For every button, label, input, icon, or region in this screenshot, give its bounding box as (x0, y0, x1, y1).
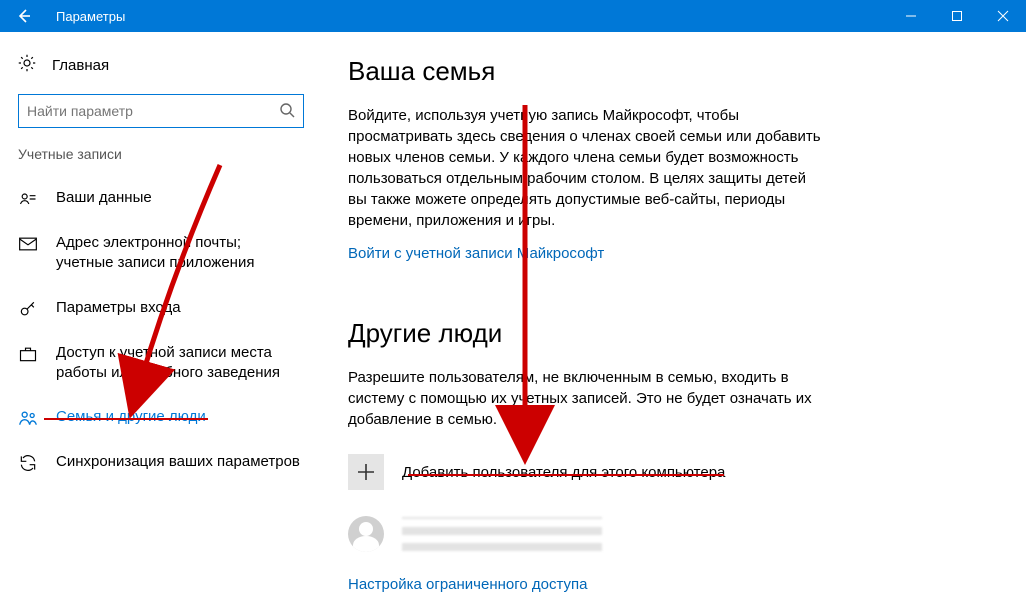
other-heading: Другие люди (348, 318, 996, 349)
sidebar: Главная Учетные записи Ваши данные Адрес… (0, 32, 318, 606)
id-card-icon (18, 189, 38, 209)
sidebar-item-sync[interactable]: Синхронизация ваших параметров (8, 440, 310, 485)
search-box[interactable] (18, 94, 304, 128)
window-buttons (888, 0, 1026, 32)
close-button[interactable] (980, 0, 1026, 32)
titlebar: Параметры (0, 0, 1026, 32)
briefcase-icon (18, 344, 38, 364)
family-heading: Ваша семья (348, 56, 996, 87)
sidebar-item-label: Адрес электронной почты; учетные записи … (56, 233, 300, 274)
sidebar-item-your-info[interactable]: Ваши данные (8, 176, 310, 221)
sidebar-item-label: Параметры входа (56, 298, 181, 318)
avatar (348, 516, 384, 552)
sidebar-item-label: Синхронизация ваших параметров (56, 452, 300, 472)
plus-icon (348, 454, 384, 490)
minimize-icon (905, 10, 917, 22)
add-user-label: Добавить пользователя для этого компьюте… (402, 464, 725, 481)
other-body: Разрешите пользователям, не включенным в… (348, 367, 828, 430)
family-body: Войдите, используя учетную запись Майкро… (348, 105, 828, 231)
annotation-underline (44, 418, 208, 420)
back-button[interactable] (0, 0, 48, 32)
nav-list: Ваши данные Адрес электронной почты; уче… (8, 176, 310, 485)
sidebar-home[interactable]: Главная (8, 48, 310, 86)
sidebar-item-email-accounts[interactable]: Адрес электронной почты; учетные записи … (8, 221, 310, 286)
maximize-icon (951, 10, 963, 22)
maximize-button[interactable] (934, 0, 980, 32)
sidebar-item-signin-options[interactable]: Параметры входа (8, 286, 310, 331)
sidebar-home-label: Главная (52, 57, 109, 74)
minimize-button[interactable] (888, 0, 934, 32)
signin-link[interactable]: Войти с учетной записи Майкрософт (348, 245, 604, 262)
sync-icon (18, 453, 38, 473)
gear-icon (18, 54, 36, 76)
restricted-link[interactable]: Настройка ограниченного доступа (348, 576, 588, 593)
key-icon (18, 299, 38, 319)
user-name-obscured (402, 517, 602, 551)
close-icon (997, 10, 1009, 22)
annotation-underline (408, 474, 724, 476)
window-title: Параметры (48, 9, 888, 24)
sidebar-item-work-access[interactable]: Доступ к учетной записи места работы или… (8, 331, 310, 396)
add-user-row[interactable]: Добавить пользователя для этого компьюте… (348, 454, 996, 490)
sidebar-item-label: Доступ к учетной записи места работы или… (56, 343, 300, 384)
arrow-left-icon (16, 8, 32, 24)
main: Ваша семья Войдите, используя учетную за… (318, 32, 1026, 606)
mail-icon (18, 234, 38, 254)
sidebar-heading: Учетные записи (8, 142, 310, 176)
search-icon (279, 102, 295, 121)
user-row[interactable] (348, 516, 996, 552)
sidebar-item-label: Ваши данные (56, 188, 152, 208)
search-input[interactable] (27, 103, 279, 119)
people-icon (18, 408, 38, 428)
